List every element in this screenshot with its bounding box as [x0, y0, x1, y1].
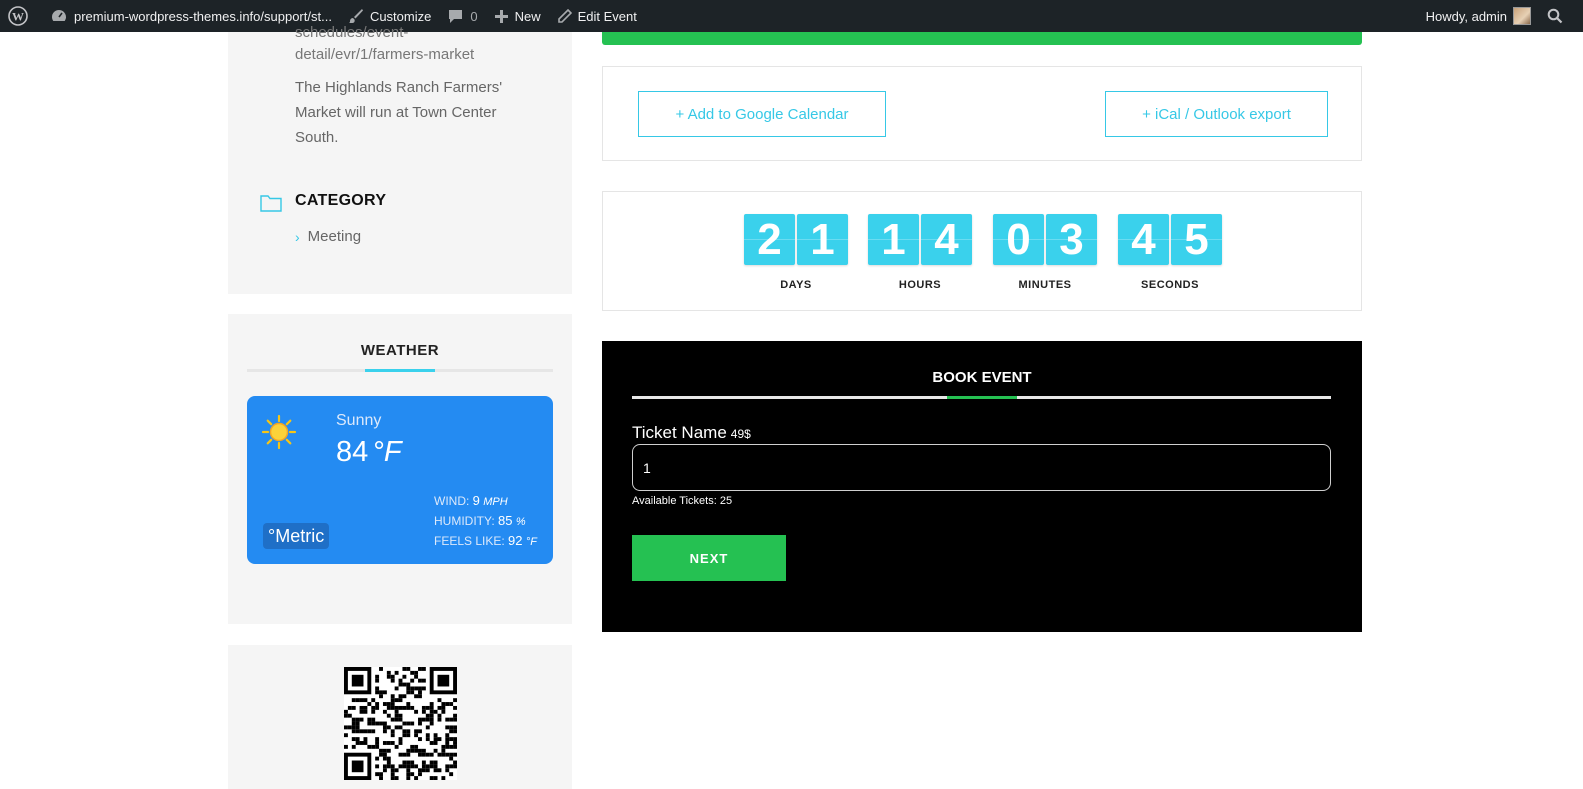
- wind-label: WIND:: [434, 494, 470, 508]
- humidity-value: 85: [498, 513, 513, 528]
- location-description: The Highlands Ranch Farmers' Market will…: [295, 79, 503, 146]
- feels-unit: °F: [525, 536, 537, 548]
- countdown-days-label: DAYS: [780, 279, 812, 291]
- folder-icon: [260, 195, 282, 212]
- available-tickets-text: Available Tickets: 25: [632, 495, 733, 507]
- temperature-value: 84: [336, 436, 369, 468]
- countdown-digit: 5: [1171, 214, 1222, 265]
- countdown-digit: 3: [1046, 214, 1097, 265]
- wind-unit: MPH: [483, 496, 508, 508]
- countdown-seconds-label: SECONDS: [1141, 279, 1199, 291]
- countdown-hours-label: HOURS: [898, 279, 942, 291]
- weather-feels-like: FEELS LIKE: 92 °F: [434, 533, 537, 548]
- weather-wind: WIND: 9 MPH: [434, 493, 508, 508]
- chevron-right-icon: ›: [295, 228, 300, 245]
- countdown-digit: 1: [868, 214, 919, 265]
- metric-toggle-button[interactable]: °Metric: [263, 523, 330, 549]
- search-icon: [1547, 8, 1563, 24]
- edit-event-link[interactable]: Edit Event: [549, 0, 645, 32]
- countdown-digit: 0: [993, 214, 1044, 265]
- location-category-panel: schedules/event-detail/evr/1/farmers-mar…: [228, 24, 572, 294]
- countdown-digit: 4: [1118, 214, 1169, 265]
- ticket-name-text: Ticket Name: [632, 423, 727, 442]
- wind-value: 9: [472, 493, 480, 508]
- add-to-google-calendar-button[interactable]: + Add to Google Calendar: [638, 91, 886, 137]
- site-url: premium-wordpress-themes.info/support/st…: [74, 8, 332, 24]
- humidity-unit: %: [515, 516, 526, 528]
- ticket-quantity-input[interactable]: [632, 444, 1331, 491]
- countdown-minutes-label: MINUTES: [1018, 279, 1072, 291]
- category-heading: CATEGORY: [295, 192, 387, 209]
- ticket-price: 49$: [730, 427, 751, 441]
- category-item-label: Meeting: [307, 228, 362, 245]
- feels-value: 92: [508, 533, 523, 548]
- pencil-icon: [557, 8, 572, 23]
- countdown-days: 2 1 DAYS: [744, 214, 848, 291]
- countdown-digit: 1: [797, 214, 848, 265]
- calendar-export-box: + Add to Google Calendar + iCal / Outloo…: [602, 66, 1362, 161]
- weather-card: Sunny 84 °F WIND: 9 MPH HUMIDITY: 85 % FE…: [247, 396, 553, 564]
- book-event-divider-accent: [947, 396, 1017, 399]
- qr-code-image: [344, 667, 457, 780]
- avatar: [1513, 7, 1531, 25]
- weather-widget: WEATHER Sunny 84 °F WIND: 9 MPH HUMIDITY:…: [228, 314, 572, 624]
- wordpress-logo-icon[interactable]: W: [0, 0, 42, 32]
- countdown-seconds: 4 5 SECONDS: [1118, 214, 1222, 291]
- svg-text:W: W: [12, 10, 24, 24]
- weather-humidity: HUMIDITY: 85 %: [434, 513, 526, 528]
- next-button[interactable]: NEXT: [632, 535, 786, 581]
- countdown-minutes: 0 3 MINUTES: [993, 214, 1097, 291]
- countdown-digit: 2: [744, 214, 795, 265]
- weather-title: WEATHER: [360, 342, 440, 359]
- humidity-label: HUMIDITY:: [434, 514, 495, 528]
- countdown-digit: 4: [921, 214, 972, 265]
- location-url: schedules/event-detail/evr/1/farmers-mar…: [295, 24, 475, 63]
- temperature-unit: °F: [372, 436, 402, 468]
- ical-outlook-export-button[interactable]: + iCal / Outlook export: [1105, 91, 1328, 137]
- feels-label: FEELS LIKE:: [434, 534, 505, 548]
- dashboard-icon: [52, 10, 66, 21]
- weather-temperature: 84 °F: [336, 436, 402, 469]
- sun-icon: [261, 414, 297, 450]
- howdy-text: Howdy, admin: [1425, 8, 1507, 24]
- book-event-form: BOOK EVENT Ticket Name49$ Available Tick…: [602, 341, 1362, 632]
- book-event-title: BOOK EVENT: [932, 369, 1032, 386]
- admin-bar-right: Howdy, admin: [1418, 0, 1583, 32]
- weather-condition: Sunny: [336, 412, 382, 429]
- search-button[interactable]: [1539, 0, 1583, 32]
- account-menu[interactable]: Howdy, admin: [1418, 0, 1539, 32]
- event-countdown: 2 1 DAYS 1 4 HOURS 0 3 MINUTES 4 5 SECON…: [602, 191, 1362, 311]
- weather-divider-accent: [365, 369, 435, 372]
- category-item-meeting[interactable]: › Meeting: [295, 228, 361, 245]
- edit-event-label: Edit Event: [577, 8, 637, 24]
- countdown-hours: 1 4 HOURS: [868, 214, 972, 291]
- event-header-bar: [602, 32, 1362, 45]
- qr-code-panel: [228, 645, 572, 789]
- admin-bar: W premium-wordpress-themes.info/support/…: [0, 0, 1583, 32]
- ticket-name-label: Ticket Name 49$: [632, 423, 751, 443]
